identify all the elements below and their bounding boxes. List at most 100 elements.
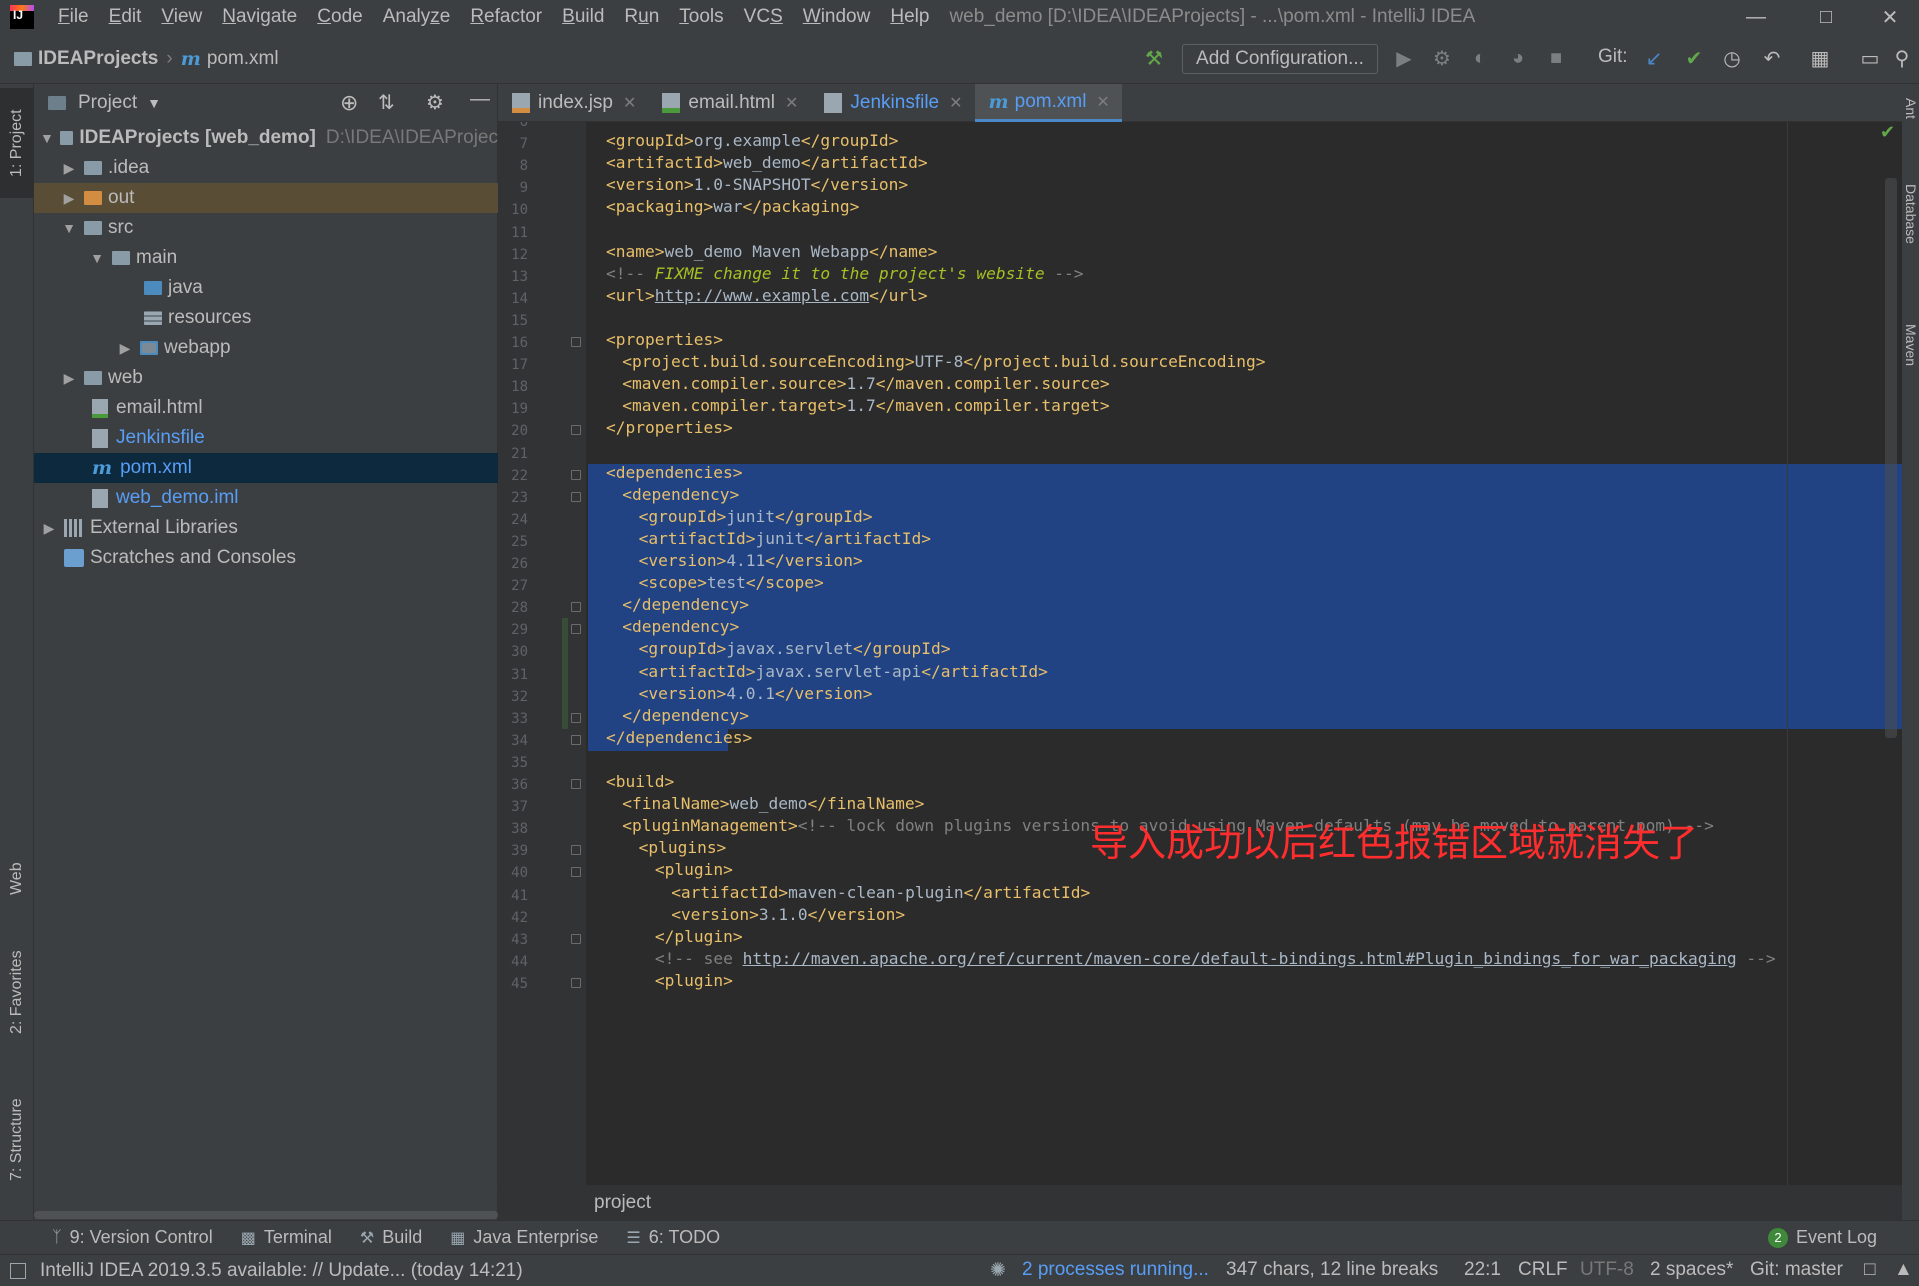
- fold-toggle-icon[interactable]: [571, 337, 581, 347]
- collapsed-arrow-icon[interactable]: ▶: [60, 370, 78, 387]
- collapsed-arrow-icon[interactable]: ▶: [60, 160, 78, 177]
- expanded-arrow-icon[interactable]: ▼: [60, 220, 78, 236]
- tab-project[interactable]: 1: Project: [0, 88, 34, 198]
- tree-item-root[interactable]: ▼ IDEAProjects [web_demo] D:\IDEA\IDEAPr…: [34, 123, 498, 153]
- close-tab-icon[interactable]: ✕: [1096, 92, 1109, 112]
- menu-view[interactable]: View: [151, 6, 212, 28]
- menu-build[interactable]: Build: [552, 6, 614, 28]
- close-tab-icon[interactable]: ✕: [785, 93, 798, 113]
- tab-favorites[interactable]: 2: Favorites: [0, 932, 34, 1052]
- tree-item-java[interactable]: java: [34, 273, 498, 303]
- tree-item-out[interactable]: ▶ out: [34, 183, 498, 213]
- code-editor[interactable]: 6 7 8 9 10 11 12 13 14 15 16 17 18 19 20 21 22 23 24 25 26 27…: [498, 122, 1902, 1185]
- close-tab-icon[interactable]: ✕: [949, 93, 962, 113]
- history-icon[interactable]: ◷: [1718, 44, 1746, 72]
- tree-item-pom-xml[interactable]: m pom.xml: [34, 453, 498, 483]
- tool-event-log[interactable]: 2 Event Log: [1768, 1227, 1877, 1248]
- fold-toggle-icon[interactable]: [571, 845, 581, 856]
- menu-analyze[interactable]: Analyze: [373, 6, 461, 28]
- profile-icon[interactable]: ◕: [1504, 44, 1532, 72]
- status-message[interactable]: IntelliJ IDEA 2019.3.5 available: // Upd…: [40, 1260, 523, 1282]
- toggle-tool-buttons-icon[interactable]: [10, 1262, 26, 1279]
- add-configuration-button[interactable]: Add Configuration...: [1182, 44, 1378, 74]
- vertical-scrollbar[interactable]: [1885, 178, 1897, 738]
- fold-toggle-icon[interactable]: [571, 779, 581, 789]
- fold-toggle-icon[interactable]: [571, 977, 581, 988]
- background-processes-link[interactable]: 2 processes running...: [1022, 1259, 1209, 1281]
- hide-panel-icon[interactable]: —: [470, 88, 490, 111]
- tool-build[interactable]: ⚒ Build: [360, 1227, 422, 1248]
- caret-position[interactable]: 22:1: [1464, 1259, 1501, 1281]
- menu-window[interactable]: Window: [793, 6, 881, 28]
- tab-maven[interactable]: Maven: [1902, 324, 1919, 424]
- fold-toggle-icon[interactable]: [571, 734, 581, 745]
- fold-toggle-icon[interactable]: [571, 491, 581, 502]
- fold-toggle-icon[interactable]: [571, 624, 581, 635]
- menu-navigate[interactable]: Navigate: [212, 6, 307, 28]
- build-hammer-icon[interactable]: ⚒: [1140, 44, 1168, 72]
- tree-item-email-html[interactable]: email.html: [34, 393, 498, 423]
- tab-jenkinsfile[interactable]: Jenkinsfile ✕: [810, 84, 974, 122]
- collapse-all-icon[interactable]: ⇅: [378, 90, 395, 115]
- debug-icon[interactable]: ⚙: [1428, 44, 1456, 72]
- indent-setting[interactable]: 2 spaces*: [1650, 1259, 1733, 1281]
- git-update-icon[interactable]: ↙: [1640, 44, 1668, 72]
- git-commit-icon[interactable]: ✔: [1680, 44, 1708, 72]
- git-branch[interactable]: Git: master: [1750, 1259, 1843, 1281]
- stop-icon[interactable]: ■: [1542, 44, 1570, 72]
- fold-toggle-icon[interactable]: [571, 867, 581, 878]
- menu-vcs[interactable]: VCS: [734, 6, 793, 28]
- tab-pom-xml[interactable]: m pom.xml ✕: [974, 84, 1122, 122]
- horizontal-scrollbar[interactable]: [34, 1211, 498, 1219]
- tab-email-html[interactable]: email.html ✕: [648, 84, 810, 122]
- tree-item-src[interactable]: ▼ src: [34, 213, 498, 243]
- collapsed-arrow-icon[interactable]: ▶: [116, 340, 134, 357]
- gear-icon[interactable]: ⚙: [426, 90, 444, 115]
- tree-item-jenkinsfile[interactable]: Jenkinsfile: [34, 423, 498, 453]
- tool-todo[interactable]: ☰ 6: TODO: [626, 1227, 720, 1248]
- close-tab-icon[interactable]: ✕: [623, 93, 636, 113]
- file-encoding[interactable]: UTF-8: [1580, 1259, 1634, 1281]
- tool-java-enterprise[interactable]: ▦ Java Enterprise: [450, 1227, 598, 1248]
- tree-item-web-demo-iml[interactable]: web_demo.iml: [34, 483, 498, 513]
- expanded-arrow-icon[interactable]: ▼: [88, 250, 106, 266]
- rollback-icon[interactable]: ↶: [1758, 44, 1786, 72]
- run-icon[interactable]: ▶: [1390, 44, 1418, 72]
- project-view-title[interactable]: Project: [78, 92, 137, 114]
- fold-toggle-icon[interactable]: [571, 469, 581, 480]
- menu-tools[interactable]: Tools: [669, 6, 733, 28]
- fold-toggle-icon[interactable]: [571, 602, 581, 613]
- maximize-icon[interactable]: □: [1796, 0, 1856, 34]
- breadcrumb-file[interactable]: pom.xml: [207, 48, 279, 70]
- fold-toggle-icon[interactable]: [571, 712, 581, 723]
- tree-item-web[interactable]: ▶ web: [34, 363, 498, 393]
- menu-code[interactable]: Code: [307, 6, 372, 28]
- minimize-icon[interactable]: —: [1726, 0, 1786, 34]
- tree-item-idea[interactable]: ▶ .idea: [34, 153, 498, 183]
- line-separator[interactable]: CRLF: [1518, 1259, 1568, 1281]
- project-structure-icon[interactable]: ▦: [1806, 44, 1834, 72]
- collapsed-arrow-icon[interactable]: ▶: [40, 520, 58, 537]
- tree-item-scratches[interactable]: Scratches and Consoles: [34, 543, 498, 573]
- fold-toggle-icon[interactable]: [571, 933, 581, 944]
- tab-structure[interactable]: 7: Structure: [0, 1080, 34, 1200]
- collapsed-arrow-icon[interactable]: ▶: [60, 190, 78, 207]
- tab-web[interactable]: Web: [0, 844, 34, 914]
- lock-icon[interactable]: □: [1864, 1259, 1875, 1281]
- fold-toggle-icon[interactable]: [571, 425, 581, 436]
- coverage-icon[interactable]: ◐: [1466, 44, 1494, 72]
- tree-item-webapp[interactable]: ▶ webapp: [34, 333, 498, 363]
- menu-help[interactable]: Help: [880, 6, 939, 28]
- menu-edit[interactable]: Edit: [99, 6, 152, 28]
- tab-ant[interactable]: Ant: [1902, 98, 1919, 158]
- locate-icon[interactable]: ⊕: [340, 90, 358, 116]
- search-icon[interactable]: ⚲: [1888, 44, 1916, 72]
- tab-index-jsp[interactable]: index.jsp ✕: [498, 84, 648, 122]
- menu-run[interactable]: Run: [614, 6, 669, 28]
- expanded-arrow-icon[interactable]: ▼: [40, 130, 54, 146]
- chevron-down-icon[interactable]: ▼: [147, 95, 161, 111]
- breadcrumb-root[interactable]: IDEAProjects: [38, 48, 158, 70]
- vcs-change-marker[interactable]: [562, 618, 568, 729]
- breadcrumb-xml-root[interactable]: project: [594, 1192, 651, 1214]
- tree-item-main[interactable]: ▼ main: [34, 243, 498, 273]
